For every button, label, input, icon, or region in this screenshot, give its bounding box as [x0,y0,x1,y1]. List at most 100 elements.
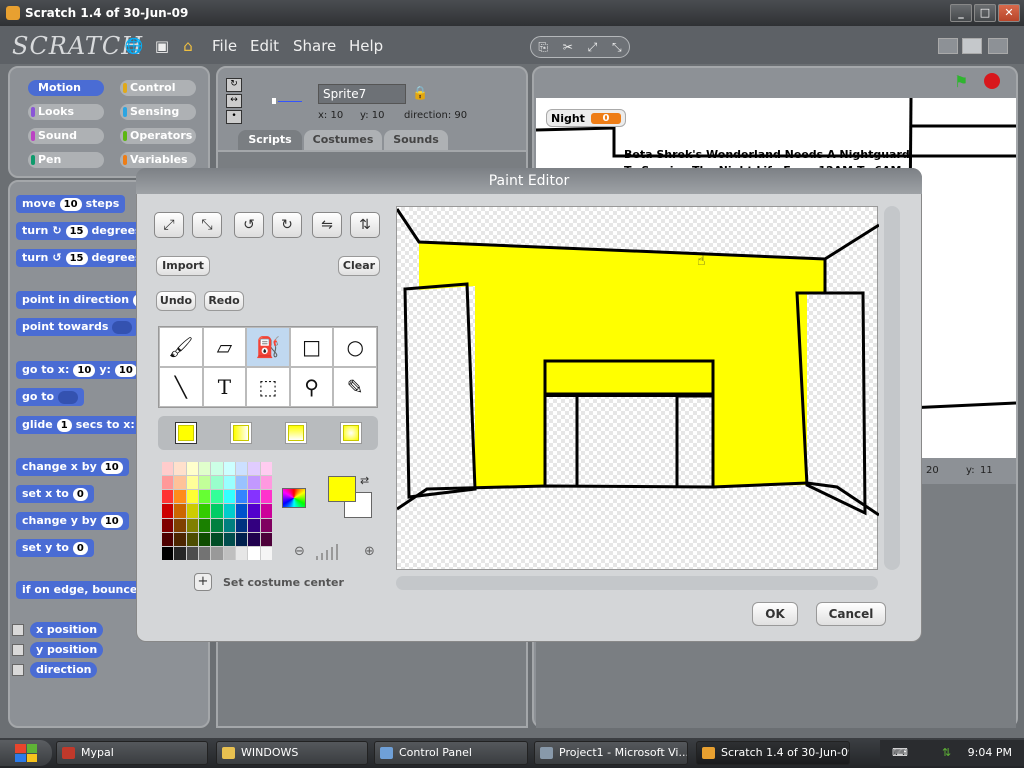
block-change-x[interactable]: change x by 10 [16,458,129,476]
category-sensing[interactable]: Sensing [120,104,196,120]
color-swatch[interactable] [198,518,211,532]
block-set-y[interactable]: set y to 0 [16,539,94,557]
flip-horizontal-icon[interactable]: ⇋ [312,212,342,238]
fill-gradient-horizontal[interactable] [229,422,252,444]
color-swatch[interactable] [235,518,248,532]
color-swatch[interactable] [174,504,186,518]
normal-stage-button[interactable] [962,38,982,54]
color-swatch[interactable] [186,476,198,490]
flip-style-icon[interactable]: ↔ [226,94,242,108]
direction-checkbox[interactable] [12,664,24,676]
set-center-icon[interactable]: + [194,573,212,591]
swap-colors-icon[interactable]: ⇄ [360,474,369,487]
shrink-icon[interactable]: ⤡ [192,212,222,238]
eyedropper-icon[interactable]: ✎ [333,367,377,407]
grow-icon[interactable]: ⤢ [588,40,598,55]
color-swatch[interactable] [248,532,260,546]
stamp-icon[interactable]: ⚲ [289,367,334,407]
color-swatch[interactable] [186,532,198,546]
block-change-y[interactable]: change y by 10 [16,512,129,530]
maximize-button[interactable]: □ [974,4,996,22]
color-swatch[interactable] [186,490,198,504]
paint-canvas[interactable]: ☝ [396,206,879,570]
color-swatch[interactable] [260,462,272,476]
color-swatch[interactable] [223,518,235,532]
cancel-button[interactable]: Cancel [816,602,886,626]
color-swatch[interactable] [248,490,260,504]
go-to-dropdown[interactable] [58,390,79,404]
fill-solid[interactable] [174,422,197,444]
color-swatch[interactable] [260,532,272,546]
point-towards-dropdown[interactable] [112,320,133,334]
no-rotate-icon[interactable]: • [226,110,242,124]
category-looks[interactable]: Looks [28,104,104,120]
grow-icon[interactable]: ⤢ [154,212,184,238]
reporter-y-position[interactable]: y position [12,642,104,658]
color-swatch[interactable] [248,546,260,560]
green-flag-icon[interactable]: ⚑ [954,72,968,91]
canvas-vertical-scrollbar[interactable] [884,206,900,570]
color-swatch[interactable] [174,490,186,504]
color-swatch[interactable] [211,490,223,504]
color-swatch[interactable] [260,476,272,490]
clear-button[interactable]: Clear [338,256,380,276]
color-swatch[interactable] [211,462,223,476]
block-go-to-xy[interactable]: go to x: 10 y: 10 [16,361,143,379]
category-operators[interactable]: Operators [120,128,196,144]
delete-icon[interactable]: ✂ [563,40,573,54]
color-swatch[interactable] [211,504,223,518]
menu-share[interactable]: Share [293,37,336,55]
sprite-name-field[interactable]: Sprite7 [318,84,406,104]
block-point-towards[interactable]: point towards [16,318,139,336]
color-swatch[interactable] [260,518,272,532]
undo-button[interactable]: Undo [156,291,196,311]
color-swatch[interactable] [223,546,235,560]
paintbrush-icon[interactable]: 🖌 [159,327,203,367]
minimize-button[interactable]: _ [950,4,972,22]
color-swatch[interactable] [174,462,186,476]
reporter-x-position[interactable]: x position [12,622,104,638]
taskbar-item-control-panel[interactable]: Control Panel [374,741,528,765]
color-swatch[interactable] [186,504,198,518]
color-swatch[interactable] [248,476,260,490]
color-swatch[interactable] [248,462,260,476]
color-swatch[interactable] [186,546,198,560]
ellipse-icon[interactable]: ○ [333,327,377,367]
color-swatch[interactable] [198,504,211,518]
color-swatch[interactable] [223,532,235,546]
color-swatch[interactable] [260,504,272,518]
tab-costumes[interactable]: Costumes [304,130,382,150]
color-swatch[interactable] [162,518,174,532]
category-motion[interactable]: Motion [28,80,104,96]
color-swatch[interactable] [211,476,223,490]
color-swatch[interactable] [223,476,235,490]
ok-button[interactable]: OK [752,602,798,626]
taskbar-item-mypal[interactable]: Mypal [56,741,208,765]
color-swatch[interactable] [198,476,211,490]
color-swatch[interactable] [223,490,235,504]
taskbar-item-windows[interactable]: WINDOWS [216,741,368,765]
color-swatch[interactable] [162,504,174,518]
tab-sounds[interactable]: Sounds [384,130,448,150]
rotate-cw-icon[interactable]: ↻ [272,212,302,238]
fill-gradient-vertical[interactable] [284,422,307,444]
fill-bucket-icon[interactable]: ⛽ [246,327,290,367]
rectangle-icon[interactable]: □ [289,327,334,367]
color-swatch[interactable] [198,490,211,504]
block-go-to[interactable]: go to [16,388,85,406]
zoom-out-icon[interactable]: ⊖ [294,544,305,559]
block-move[interactable]: move 10 steps [16,195,126,213]
keyboard-icon[interactable]: ⌨ [892,740,908,766]
color-swatch[interactable] [235,546,248,560]
taskbar-item-project1[interactable]: Project1 - Microsoft Vi... [534,741,688,765]
block-turn-ccw[interactable]: turn ↺ 15 degrees [16,249,148,267]
redo-button[interactable]: Redo [204,291,244,311]
color-swatch[interactable] [162,532,174,546]
color-swatch[interactable] [174,518,186,532]
variable-monitor-night[interactable]: Night 0 [546,109,626,127]
set-costume-center-label[interactable]: Set costume center [223,576,344,589]
rotate-style-icon[interactable]: ↻ [226,78,242,92]
globe-icon[interactable]: 🌐 [124,36,144,56]
presentation-mode-button[interactable] [988,38,1008,54]
color-swatch[interactable] [162,490,174,504]
